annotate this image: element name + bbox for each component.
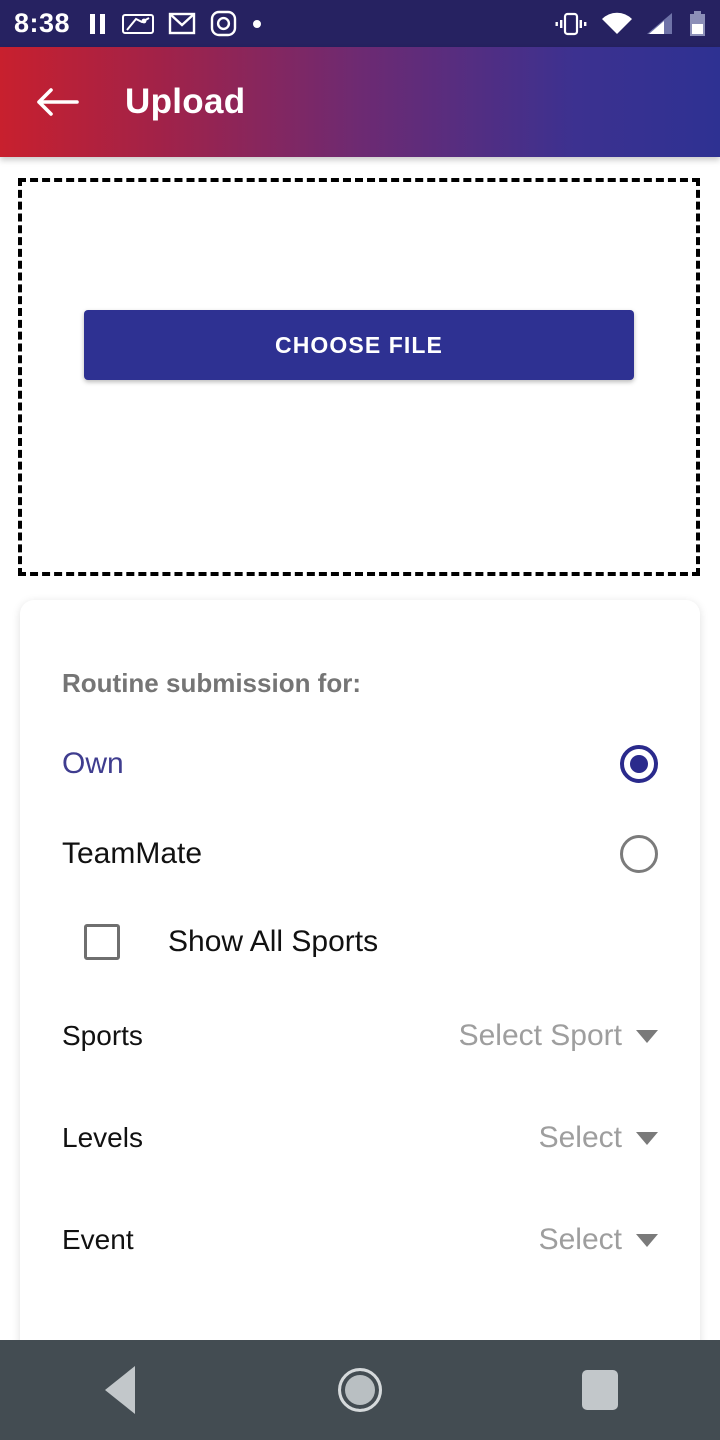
recents-square-icon <box>582 1370 618 1410</box>
mobile-screen: 8:38 Upload CHOOSE FILE Routine submissi… <box>0 0 720 1440</box>
file-dropzone[interactable]: CHOOSE FILE <box>18 178 700 576</box>
radio-label-teammate: TeamMate <box>62 837 203 870</box>
instagram-icon <box>210 10 237 37</box>
field-row-event[interactable]: Event Select <box>62 1189 658 1291</box>
field-row-sports[interactable]: Sports Select Sport <box>62 985 658 1087</box>
radio-teammate-unselected-icon[interactable] <box>620 835 658 873</box>
nav-back-button[interactable] <box>65 1340 175 1440</box>
vibrate-icon <box>555 12 587 35</box>
back-triangle-icon <box>105 1366 135 1414</box>
back-arrow-icon <box>37 88 79 116</box>
home-circle-icon <box>338 1368 382 1412</box>
dot-icon <box>253 19 262 28</box>
field-row-levels[interactable]: Levels Select <box>62 1087 658 1189</box>
field-value-event: Select <box>538 1223 622 1256</box>
field-label-event: Event <box>62 1224 134 1255</box>
gmail-icon <box>168 12 196 34</box>
chevron-down-icon <box>636 1029 658 1043</box>
radio-own-selected-icon[interactable] <box>620 745 658 783</box>
radio-label-own: Own <box>62 747 124 780</box>
nav-recents-button[interactable] <box>545 1340 655 1440</box>
status-right-icons <box>554 10 706 37</box>
battery-icon <box>690 10 705 36</box>
page-title: Upload <box>125 82 246 121</box>
nav-home-button[interactable] <box>305 1340 415 1440</box>
pause-icon <box>90 13 106 34</box>
back-button[interactable] <box>34 79 80 125</box>
status-bar: 8:38 <box>0 0 720 47</box>
field-label-sports: Sports <box>62 1020 143 1051</box>
dropdown-event[interactable]: Select <box>539 1223 658 1257</box>
system-navigation-bar <box>0 1340 720 1440</box>
checkbox-row-show-all-sports[interactable]: Show All Sports <box>62 899 658 985</box>
wifi-icon <box>602 12 632 34</box>
choose-file-button[interactable]: CHOOSE FILE <box>84 310 634 380</box>
chevron-down-icon <box>636 1131 658 1145</box>
field-label-levels: Levels <box>62 1122 143 1153</box>
field-value-levels: Select <box>538 1121 622 1154</box>
status-time: 8:38 <box>14 8 71 38</box>
dropdown-sports[interactable]: Select Sport <box>459 1019 658 1053</box>
chevron-down-icon <box>636 1233 658 1247</box>
mlb-icon <box>122 13 155 34</box>
submission-form-card: Routine submission for: Own TeamMate Sho… <box>20 600 700 1360</box>
field-value-sports: Select Sport <box>458 1019 622 1052</box>
app-bar: Upload <box>0 47 720 157</box>
checkbox-label: Show All Sports <box>168 925 379 958</box>
cellular-signal-icon <box>647 12 672 34</box>
section-label: Routine submission for: <box>62 668 361 698</box>
radio-row-own[interactable]: Own <box>62 719 658 809</box>
radio-row-teammate[interactable]: TeamMate <box>62 809 658 899</box>
dropdown-levels[interactable]: Select <box>539 1121 658 1155</box>
checkbox-icon[interactable] <box>84 924 120 960</box>
status-left-icons <box>88 10 554 37</box>
